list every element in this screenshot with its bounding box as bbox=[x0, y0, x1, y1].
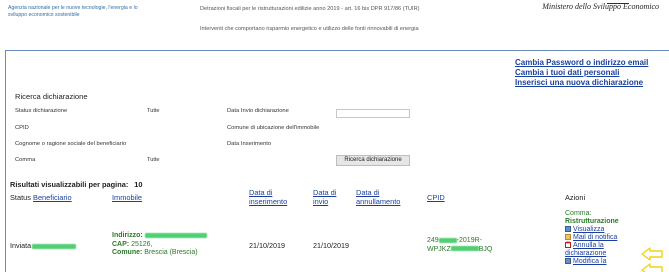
redacted-cpid-b bbox=[450, 246, 479, 252]
results-per-page: Risultati visualizzabili per pagina: 10 bbox=[10, 180, 143, 189]
row-cpid: 249 -2019R- WPJKZ BJQ bbox=[427, 237, 527, 254]
status-header: Status Beneficiario bbox=[10, 193, 72, 202]
search-title: Ricerca dichiarazione bbox=[15, 92, 88, 101]
cancel-link-label: Annulla la dichiarazione bbox=[565, 242, 607, 257]
agency-name: Agenzia nazionale per le nuove tecnologi… bbox=[8, 5, 138, 18]
cancel-declaration-link[interactable]: Annulla la dichiarazione bbox=[565, 240, 629, 258]
comune-value: Brescia (Brescia) bbox=[144, 249, 198, 256]
cpid-part-4: BJQ bbox=[478, 245, 493, 253]
cpid-part-3: WPJKZ bbox=[427, 245, 451, 253]
edit-icon bbox=[565, 258, 571, 264]
comma-info-label: Comma: bbox=[565, 210, 592, 217]
comma-select[interactable]: Tutte bbox=[145, 155, 189, 165]
search-button[interactable]: Ricerca dichiarazione bbox=[336, 155, 410, 166]
insert-date-sort-link[interactable]: Data di inserimento bbox=[249, 188, 304, 206]
page-header: Agenzia nazionale per le nuove tecnologi… bbox=[0, 0, 669, 50]
redacted-beneficiary bbox=[32, 243, 77, 249]
status-select[interactable]: Tutte bbox=[145, 106, 189, 116]
results-per-page-label: Risultati visualizzabili per pagina: bbox=[10, 180, 129, 189]
account-links: Cambia Password o indirizzo email Cambia… bbox=[515, 58, 648, 88]
view-link[interactable]: Visualizza bbox=[565, 226, 665, 234]
sent-date-sort-link[interactable]: Data di invio bbox=[313, 188, 343, 206]
beneficiary-label: Cognome o ragione sociale del beneficiar… bbox=[15, 141, 127, 147]
status-label: Status dichiarazione bbox=[15, 108, 68, 114]
status-header-label: Status bbox=[10, 193, 31, 202]
sent-date-input[interactable] bbox=[336, 109, 410, 118]
highlight-arrow-icon bbox=[641, 247, 663, 261]
property-sort-link[interactable]: Immobile bbox=[112, 193, 142, 202]
results-per-page-value: 10 bbox=[134, 180, 143, 189]
insert-date-label: Data Inserimento bbox=[227, 141, 272, 147]
header-title: Detrazioni fiscali per le ristrutturazio… bbox=[200, 6, 420, 12]
address-label: Indirizzo: bbox=[112, 232, 143, 239]
cpid-line-2: WPJKZ BJQ bbox=[427, 246, 527, 255]
cpid-label: CPID bbox=[15, 125, 29, 131]
comune-line: Comune: Brescia (Brescia) bbox=[112, 249, 242, 258]
municipality-label: Comune di ubicazione dell'immobile bbox=[227, 125, 320, 131]
comune-label: Comune: bbox=[112, 249, 143, 256]
cancel-date-sort-link[interactable]: Data di annullamento bbox=[356, 188, 416, 206]
comma-label: Comma bbox=[15, 157, 36, 163]
change-personal-data-link[interactable]: Cambia i tuoi dati personali bbox=[515, 68, 648, 78]
comma-info: Comma: Ristrutturazione bbox=[565, 210, 665, 226]
row-insert-date: 21/10/2019 bbox=[249, 241, 285, 250]
row-sent-date: 21/10/2019 bbox=[313, 241, 349, 250]
mail-notification-link[interactable]: Mail di notifica bbox=[565, 234, 665, 242]
ministry-name: Ministero dello Sviluppo Economico bbox=[542, 2, 659, 11]
cpid-line-1: 249 -2019R- bbox=[427, 237, 527, 246]
cap-line: CAP: 25126, bbox=[112, 241, 242, 250]
delete-icon bbox=[565, 240, 571, 248]
address-line: Indirizzo: bbox=[112, 232, 242, 241]
beneficiary-sort-link[interactable]: Beneficiario bbox=[33, 193, 72, 202]
redacted-cpid-a bbox=[438, 237, 457, 243]
row-status-text: Inviata bbox=[10, 241, 32, 250]
sent-date-label: Data Invio dichiarazione bbox=[227, 108, 289, 114]
highlight-arrow-icon-2 bbox=[641, 263, 663, 272]
edit-link-label: Modifica la bbox=[573, 258, 607, 265]
cap-value: 25126, bbox=[131, 240, 153, 248]
row-property: Indirizzo: CAP: 25126, Comune: Brescia (… bbox=[112, 232, 242, 258]
cpid-part-2: -2019R- bbox=[456, 237, 482, 244]
view-link-label: Visualizza bbox=[573, 226, 605, 233]
new-declaration-link[interactable]: Inserisci una nuova dichiarazione bbox=[515, 78, 648, 88]
row-status: Inviata bbox=[10, 241, 77, 250]
cpid-part-1: 249 bbox=[427, 237, 439, 244]
mail-link-label: Mail di notifica bbox=[573, 234, 618, 241]
cap-label: CAP: bbox=[112, 240, 130, 248]
comma-info-value: Ristrutturazione bbox=[565, 218, 619, 225]
change-password-link[interactable]: Cambia Password o indirizzo email bbox=[515, 58, 648, 68]
redacted-address bbox=[144, 232, 207, 238]
cpid-sort-link[interactable]: CPID bbox=[427, 193, 445, 202]
view-icon bbox=[565, 226, 571, 232]
header-subtitle: Interventi che comportano risparmio ener… bbox=[200, 26, 419, 32]
